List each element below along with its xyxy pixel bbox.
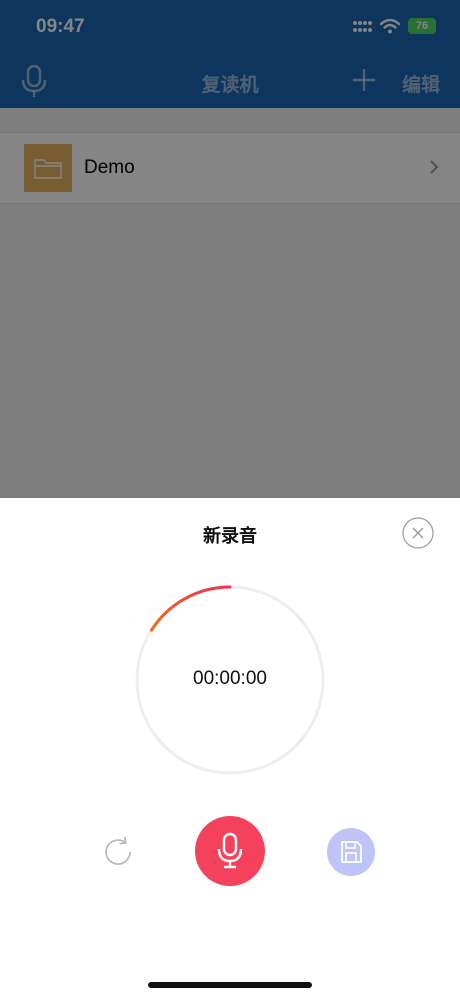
reset-icon[interactable] [100,834,136,870]
timer-display: 00:00:00 [193,668,267,689]
record-button[interactable] [195,816,265,886]
floppy-disk-icon [341,841,362,863]
recording-sheet: 新录音 00:00:00 [0,498,460,997]
progress-arc [149,585,232,632]
close-icon[interactable] [402,517,434,549]
home-indicator[interactable] [148,982,312,988]
save-button[interactable] [327,828,375,876]
dim-overlay[interactable] [0,0,460,500]
sheet-title: 新录音 [203,526,257,547]
screen: 09:47 76 复读机 编辑 Demo 新录音 00:00:00 [0,0,460,997]
microphone-icon [217,832,243,869]
